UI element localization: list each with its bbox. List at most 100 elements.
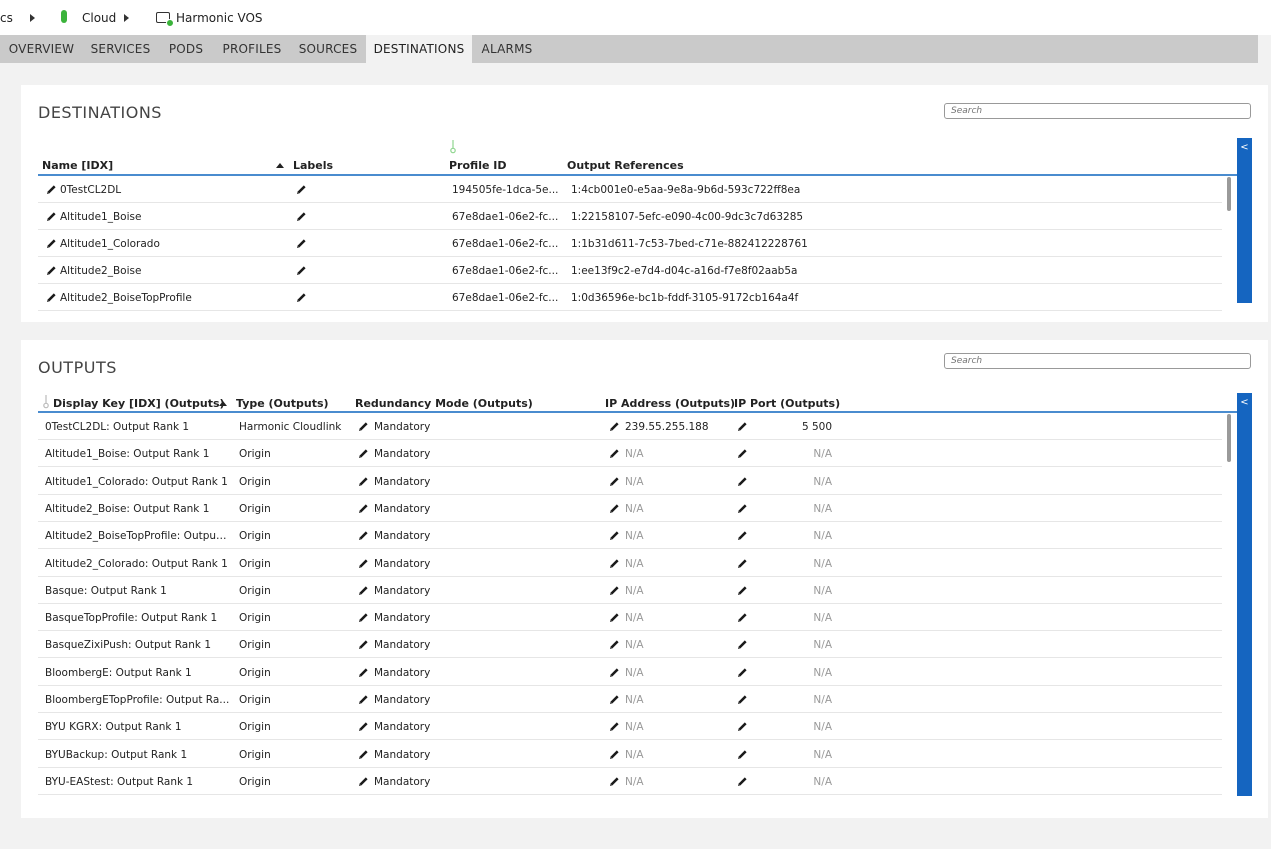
tab-alarms[interactable]: ALARMS [472,35,542,63]
column-header-type[interactable]: Type (Outputs) [236,397,329,410]
edit-redundancy-pencil-icon[interactable] [358,530,369,541]
table-row[interactable]: Altitude2_BoiseTopProfile: Output... Orig… [38,522,1222,550]
edit-ip-port-pencil-icon[interactable] [737,639,748,650]
outputs-scrollbar[interactable] [1227,414,1231,462]
breadcrumb-root[interactable]: cs [0,11,13,25]
edit-redundancy-pencil-icon[interactable] [358,694,369,705]
edit-redundancy-pencil-icon[interactable] [358,721,369,732]
edit-redundancy-pencil-icon[interactable] [358,585,369,596]
edit-ip-address-pencil-icon[interactable] [609,421,620,432]
table-row[interactable]: Altitude1_Colorado 67e8dae1-06e2-fc... 1:1… [38,230,1222,257]
table-row[interactable]: Altitude1_Boise: Output Rank 1 Origin Mand… [38,440,1222,468]
column-header-redundancy-mode[interactable]: Redundancy Mode (Outputs) [355,397,533,410]
edit-ip-port-pencil-icon[interactable] [737,476,748,487]
edit-redundancy-pencil-icon[interactable] [358,667,369,678]
edit-name-pencil-icon[interactable] [46,211,57,222]
output-display-key: Altitude1_Boise: Output Rank 1 [45,448,210,461]
edit-labels-pencil-icon[interactable] [296,184,307,195]
edit-ip-address-pencil-icon[interactable] [609,476,620,487]
table-row[interactable]: Altitude2_Colorado: Output Rank 1 Origin M… [38,550,1222,577]
edit-ip-address-pencil-icon[interactable] [609,612,620,623]
table-row[interactable]: BloombergETopProfile: Output Ra... Origin… [38,686,1222,713]
edit-name-pencil-icon[interactable] [46,292,57,303]
outputs-search-input[interactable] [944,353,1251,369]
column-header-output-references[interactable]: Output References [567,159,684,172]
table-row[interactable]: Altitude2_BoiseTopProfile 67e8dae1-06e2-f… [38,284,1222,311]
table-row[interactable]: 0TestCL2DL 194505fe-1dca-5e... 1:4cb001e0-… [38,176,1222,203]
table-row[interactable]: Basque: Output Rank 1 Origin Mandatory N/A N… [38,577,1222,604]
edit-redundancy-pencil-icon[interactable] [358,503,369,514]
tab-profiles[interactable]: PROFILES [214,35,290,63]
edit-ip-port-pencil-icon[interactable] [737,503,748,514]
edit-name-pencil-icon[interactable] [46,184,57,195]
edit-redundancy-pencil-icon[interactable] [358,749,369,760]
edit-ip-address-pencil-icon[interactable] [609,503,620,514]
edit-labels-pencil-icon[interactable] [296,211,307,222]
destinations-collapse-button[interactable]: < [1237,138,1252,303]
edit-redundancy-pencil-icon[interactable] [358,612,369,623]
table-row[interactable]: BasqueZixiPush: Output Rank 1 Origin Manda… [38,631,1222,659]
edit-name-pencil-icon[interactable] [46,265,57,276]
table-row[interactable]: Altitude1_Colorado: Output Rank 1 Origin M… [38,468,1222,495]
table-row[interactable]: Altitude1_Boise 67e8dae1-06e2-fc... 1:2215… [38,203,1222,230]
tab-overview[interactable]: OVERVIEW [0,35,83,63]
column-header-name[interactable]: Name [IDX] [42,159,113,172]
edit-ip-address-pencil-icon[interactable] [609,530,620,541]
tab-destinations[interactable]: DESTINATIONS [366,35,472,63]
outputs-collapse-button[interactable]: < [1237,393,1252,796]
table-row[interactable]: BasqueTopProfile: Output Rank 1 Origin Man… [38,604,1222,632]
edit-ip-port-pencil-icon[interactable] [737,421,748,432]
table-row[interactable]: Altitude2_Boise: Output Rank 1 Origin Mand… [38,495,1222,522]
tab-sources[interactable]: SOURCES [290,35,366,63]
edit-ip-port-pencil-icon[interactable] [737,776,748,787]
table-row[interactable]: BYU-EAStest: Output Rank 1 Origin Mandator… [38,768,1222,795]
edit-ip-port-pencil-icon[interactable] [737,448,748,459]
edit-redundancy-pencil-icon[interactable] [358,421,369,432]
output-display-key: BloombergE: Output Rank 1 [45,666,192,679]
tab-services[interactable]: SERVICES [83,35,158,63]
edit-redundancy-pencil-icon[interactable] [358,776,369,787]
edit-ip-port-pencil-icon[interactable] [737,585,748,596]
table-row[interactable]: BloombergE: Output Rank 1 Origin Mandatory… [38,659,1222,686]
edit-ip-port-pencil-icon[interactable] [737,558,748,569]
column-header-ip-address[interactable]: IP Address (Outputs) [605,397,735,410]
edit-labels-pencil-icon[interactable] [296,292,307,303]
edit-ip-port-pencil-icon[interactable] [737,612,748,623]
edit-ip-address-pencil-icon[interactable] [609,448,620,459]
edit-ip-address-pencil-icon[interactable] [609,585,620,596]
sort-ascending-icon[interactable] [276,163,284,168]
edit-ip-address-pencil-icon[interactable] [609,776,620,787]
column-header-labels[interactable]: Labels [293,159,333,172]
column-header-display-key[interactable]: Display Key [IDX] (Outputs) [53,397,225,410]
edit-redundancy-pencil-icon[interactable] [358,558,369,569]
breadcrumb-system[interactable]: Harmonic VOS [176,11,263,25]
edit-ip-address-pencil-icon[interactable] [609,558,620,569]
edit-ip-port-pencil-icon[interactable] [737,694,748,705]
edit-ip-address-pencil-icon[interactable] [609,694,620,705]
destinations-search-input[interactable] [944,103,1251,119]
sort-ascending-icon[interactable] [219,401,227,406]
tab-pods[interactable]: PODS [158,35,214,63]
column-header-profile-id[interactable]: Profile ID [449,159,506,172]
edit-ip-port-pencil-icon[interactable] [737,530,748,541]
edit-labels-pencil-icon[interactable] [296,265,307,276]
table-row[interactable]: BYUBackup: Output Rank 1 Origin Mandatory N… [38,741,1222,768]
edit-ip-address-pencil-icon[interactable] [609,749,620,760]
table-row[interactable]: Altitude2_Boise 67e8dae1-06e2-fc... 1:ee13… [38,257,1222,284]
edit-name-pencil-icon[interactable] [46,238,57,249]
edit-redundancy-pencil-icon[interactable] [358,476,369,487]
column-header-ip-port[interactable]: IP Port (Outputs) [734,397,840,410]
table-row[interactable]: 0TestCL2DL: Output Rank 1 Harmonic Cloudl… [38,413,1222,440]
edit-ip-port-pencil-icon[interactable] [737,667,748,678]
edit-ip-port-pencil-icon[interactable] [737,721,748,732]
edit-labels-pencil-icon[interactable] [296,238,307,249]
edit-redundancy-pencil-icon[interactable] [358,639,369,650]
table-row[interactable]: BYU KGRX: Output Rank 1 Origin Mandatory N/… [38,713,1222,741]
destinations-scrollbar[interactable] [1227,177,1231,211]
edit-redundancy-pencil-icon[interactable] [358,448,369,459]
edit-ip-port-pencil-icon[interactable] [737,749,748,760]
edit-ip-address-pencil-icon[interactable] [609,721,620,732]
edit-ip-address-pencil-icon[interactable] [609,639,620,650]
edit-ip-address-pencil-icon[interactable] [609,667,620,678]
breadcrumb-cloud[interactable]: Cloud [82,11,116,25]
